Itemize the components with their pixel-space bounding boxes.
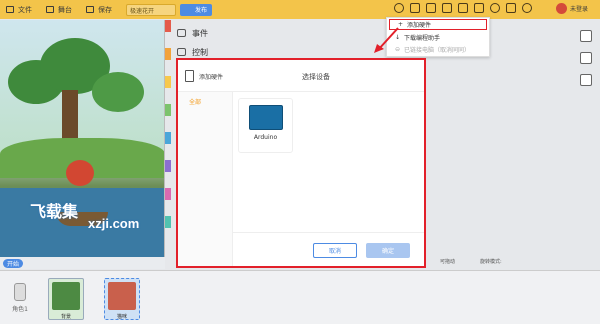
add-hardware-label: 添加硬件	[199, 74, 224, 81]
backdrop-label: 背景	[60, 314, 71, 320]
file-menu[interactable]: 文件	[6, 5, 32, 15]
category-label: 事件	[192, 28, 208, 38]
image-icon[interactable]	[426, 3, 436, 13]
code-icon[interactable]	[580, 74, 592, 86]
sprite-label: 猫咪	[116, 314, 127, 320]
watermark-text: 飞载集	[30, 204, 79, 221]
draggable-label: 可拖动	[440, 259, 456, 265]
role-item[interactable]: 角色1	[6, 283, 34, 321]
download-helper-menu-item[interactable]: ↓ 下载编程助手	[387, 31, 489, 43]
category-color[interactable]	[165, 104, 171, 116]
phone-icon[interactable]	[442, 3, 452, 13]
rotation-label: 旋转模式:	[480, 259, 502, 265]
sprite-image	[108, 282, 136, 310]
sprite-thumbnail[interactable]: 猫咪	[104, 278, 140, 320]
folder-icon	[6, 6, 14, 13]
events-icon	[177, 29, 186, 37]
sprite-panel: 角色1 背景 猫咪	[0, 270, 600, 324]
dialog-header: 添加硬件 选择设备	[178, 60, 424, 92]
tree-crown	[92, 72, 144, 112]
save-icon	[86, 6, 94, 13]
device-card-arduino[interactable]: Arduino	[238, 98, 293, 153]
publish-label: 发布	[195, 7, 208, 14]
sidebar-item-all[interactable]: 全部	[189, 97, 201, 106]
arduino-board-image	[248, 105, 283, 130]
category-label: 控制	[192, 47, 208, 57]
start-label: 开始	[7, 261, 20, 268]
category-color[interactable]	[165, 132, 171, 144]
hardware-icon	[185, 70, 194, 82]
sound-icon[interactable]	[580, 52, 592, 64]
share-icon[interactable]	[474, 3, 484, 13]
backdrop-thumbnail[interactable]: 背景	[48, 278, 84, 320]
login-label: 未登录	[570, 6, 589, 13]
right-toolbar	[580, 30, 592, 96]
category-color[interactable]	[165, 216, 171, 228]
folder-icon[interactable]	[410, 3, 420, 13]
dialog-footer: 取消 确定	[233, 232, 424, 266]
role-icon	[14, 283, 26, 301]
cancel-button[interactable]: 取消	[313, 243, 357, 258]
stage-canvas[interactable]: 飞载集 xzji.com	[0, 20, 165, 257]
hardware-icon[interactable]	[394, 3, 404, 13]
publish-icon	[185, 7, 192, 13]
settings-icon[interactable]	[522, 3, 532, 13]
add-hardware-menu-item[interactable]: + 添加硬件	[389, 19, 487, 30]
print-icon[interactable]	[458, 3, 468, 13]
draggable-checkbox[interactable]: 可拖动	[440, 258, 455, 265]
menu-item-label: 下载编程助手	[404, 34, 441, 42]
category-events[interactable]: 事件	[171, 25, 219, 41]
role-label: 角色1	[12, 306, 28, 313]
toolbar-icons	[394, 3, 538, 13]
publish-button[interactable]: 发布	[180, 3, 213, 16]
avatar	[556, 3, 567, 14]
rotation-mode-select[interactable]: 旋转模式:	[480, 258, 502, 265]
category-color[interactable]	[165, 160, 171, 172]
stage-controls: 开始	[0, 257, 165, 269]
top-toolbar: 文件 舞台 保存 极速花开 发布 未登录	[0, 0, 600, 19]
stage-menu[interactable]: 舞台	[46, 5, 72, 15]
tshirt-icon[interactable]	[506, 3, 516, 13]
control-icon	[177, 48, 186, 56]
select-device-dialog: 添加硬件 选择设备 全部 Arduino 取消 确定	[176, 58, 426, 268]
start-button[interactable]: 开始	[3, 259, 24, 268]
cat-sprite[interactable]	[66, 160, 94, 186]
dialog-title: 选择设备	[302, 73, 330, 81]
confirm-button[interactable]: 确定	[366, 243, 410, 258]
device-name: Arduino	[253, 134, 278, 141]
project-title-input[interactable]: 极速花开	[126, 3, 176, 16]
backdrop-image	[52, 282, 80, 310]
login-button[interactable]: 未登录	[556, 3, 588, 14]
file-label: 文件	[18, 5, 32, 14]
annotation-arrow	[374, 27, 399, 53]
stage-icon	[46, 6, 54, 13]
linked-pc-menu-item[interactable]: ⊖ 已链接电脑（取消同同）	[387, 43, 489, 55]
dialog-sidebar: 全部	[178, 92, 233, 266]
stage-label: 舞台	[58, 5, 72, 14]
category-color[interactable]	[165, 76, 171, 88]
category-color[interactable]	[165, 188, 171, 200]
menu-item-label: 已链接电脑（取消同同）	[404, 46, 471, 54]
watermark-url: xzji.com	[88, 216, 140, 231]
tshirt-icon[interactable]	[580, 30, 592, 42]
save-button[interactable]: 保存	[86, 5, 112, 15]
save-label: 保存	[98, 5, 112, 14]
menu-item-label: 添加硬件	[407, 22, 432, 29]
help-icon[interactable]	[490, 3, 500, 13]
